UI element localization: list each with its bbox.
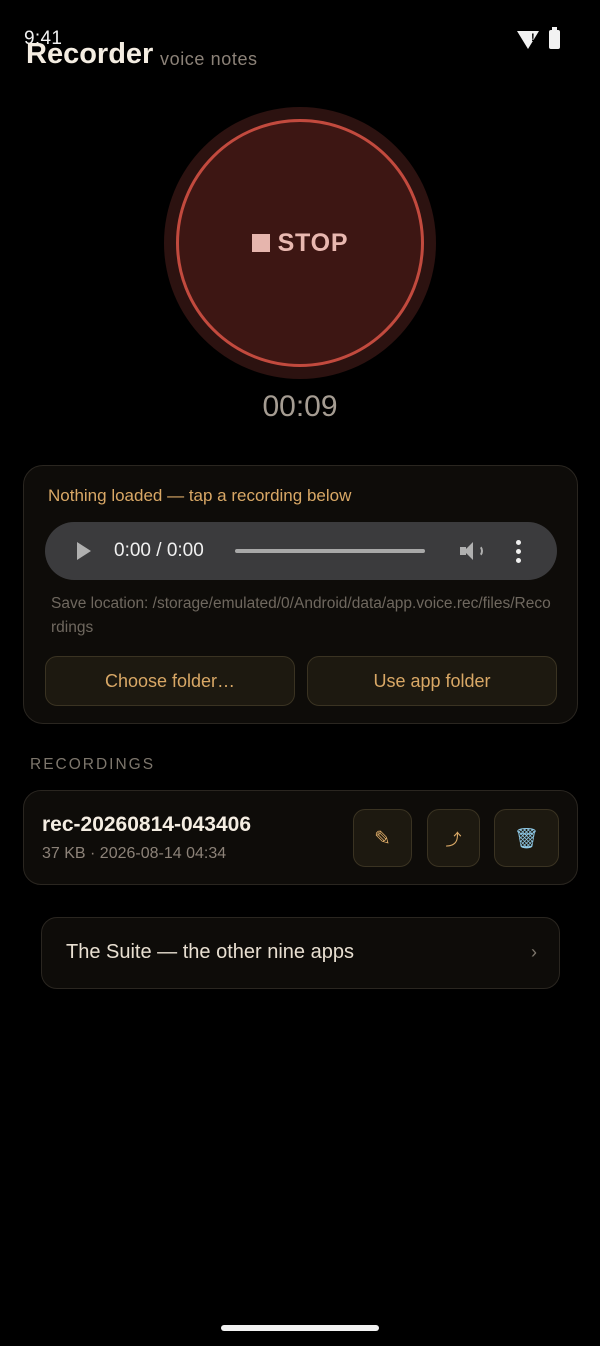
pencil-icon: ✎	[374, 827, 391, 850]
trash-icon: 🗑	[513, 827, 540, 850]
more-options-icon[interactable]	[515, 540, 521, 563]
playback-time: 0:00 / 0:00	[114, 540, 204, 561]
delete-button[interactable]: 🗑	[494, 809, 559, 867]
recording-meta: 37 KB · 2026-08-14 04:34	[42, 845, 227, 862]
recordings-section-label: RECORDINGS	[30, 756, 156, 773]
rename-button[interactable]: ✎	[353, 809, 412, 867]
stop-recording-button[interactable]: STOP	[176, 119, 424, 367]
suite-label: The Suite — the other nine apps	[66, 941, 354, 963]
audio-player: 0:00 / 0:00	[45, 522, 557, 580]
player-card: Nothing loaded — tap a recording below 0…	[23, 465, 578, 724]
app-title: Recorder	[26, 38, 154, 70]
play-icon[interactable]	[77, 542, 91, 560]
home-indicator[interactable]	[221, 1325, 379, 1331]
stop-label: STOP	[277, 228, 349, 257]
status-icons: !	[517, 27, 560, 49]
chevron-right-icon: ›	[531, 942, 537, 962]
save-location: Save location: /storage/emulated/0/Andro…	[51, 595, 551, 636]
suite-link[interactable]: The Suite — the other nine apps ›	[41, 917, 560, 989]
recording-name: rec-20260814-043406	[42, 813, 252, 836]
seek-slider[interactable]	[235, 549, 425, 553]
use-app-folder-button[interactable]: Use app folder	[307, 656, 557, 706]
share-icon: ⤴	[445, 832, 462, 849]
recording-list-item[interactable]: rec-20260814-043406 37 KB · 2026-08-14 0…	[23, 790, 578, 885]
choose-folder-button[interactable]: Choose folder…	[45, 656, 295, 706]
share-button[interactable]: ⤴	[427, 809, 480, 867]
stop-icon	[251, 234, 270, 252]
volume-icon[interactable]	[460, 541, 484, 561]
player-status: Nothing loaded — tap a recording below	[48, 486, 352, 505]
elapsed-timer: 00:09	[262, 390, 338, 423]
wifi-icon: !	[517, 30, 539, 49]
app-subtitle: voice notes	[160, 49, 258, 69]
battery-icon	[549, 27, 560, 49]
